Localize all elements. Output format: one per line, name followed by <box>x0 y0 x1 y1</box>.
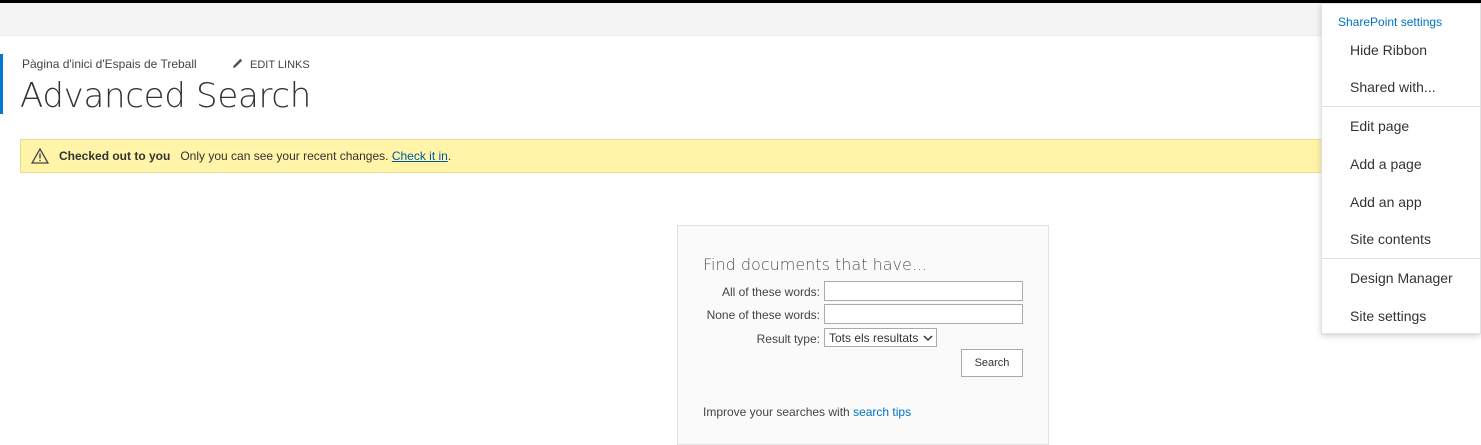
all-words-input[interactable] <box>824 281 1023 301</box>
advanced-search-panel: Find documents that have... All of these… <box>677 225 1049 445</box>
chevron-down-icon <box>923 331 933 345</box>
menu-item-shared-with[interactable]: Shared with... <box>1350 79 1436 95</box>
suite-bar <box>0 3 1481 36</box>
edit-links-button[interactable]: EDIT LINKS <box>232 57 310 72</box>
breadcrumb[interactable]: Pàgina d'inici d'Espais de Treball <box>22 57 197 71</box>
page-title: Advanced Search <box>20 76 312 116</box>
check-in-link[interactable]: Check it in <box>392 149 448 163</box>
none-words-input[interactable] <box>824 304 1023 324</box>
title-accent-bar <box>0 54 3 114</box>
search-tips-link[interactable]: search tips <box>853 405 911 419</box>
menu-item-edit-page[interactable]: Edit page <box>1350 118 1409 134</box>
menu-divider <box>1322 106 1481 107</box>
pencil-icon <box>232 57 244 72</box>
none-words-label: None of these words: <box>706 308 820 322</box>
edit-links-label: EDIT LINKS <box>250 58 310 71</box>
result-type-label: Result type: <box>756 332 820 346</box>
menu-item-hide-ribbon[interactable]: Hide Ribbon <box>1350 42 1427 58</box>
menu-item-site-contents[interactable]: Site contents <box>1350 231 1431 247</box>
menu-item-site-settings[interactable]: Site settings <box>1350 308 1426 324</box>
notice-suffix: . <box>447 149 452 163</box>
result-type-value: Tots els resultats <box>829 330 919 345</box>
notice-message: Only you can see your recent changes. <box>180 149 389 163</box>
search-tips-text: Improve your searches with search tips <box>703 405 911 419</box>
all-words-label: All of these words: <box>721 285 820 299</box>
notice-title: Checked out to you <box>59 149 171 163</box>
search-button[interactable]: Search <box>961 349 1023 377</box>
result-type-select[interactable]: Tots els resultats <box>824 328 937 347</box>
improve-text: Improve your searches with <box>703 405 854 419</box>
menu-item-add-app[interactable]: Add an app <box>1350 194 1422 210</box>
settings-menu: SharePoint settings Hide Ribbon Shared w… <box>1321 3 1481 334</box>
menu-divider <box>1322 258 1481 259</box>
warning-icon <box>31 148 49 164</box>
checkout-notice: Checked out to you Only you can see your… <box>20 139 1330 173</box>
settings-menu-header: SharePoint settings <box>1338 15 1443 29</box>
menu-item-design-manager[interactable]: Design Manager <box>1350 270 1453 286</box>
menu-item-add-page[interactable]: Add a page <box>1350 156 1422 172</box>
search-heading: Find documents that have... <box>703 255 928 274</box>
